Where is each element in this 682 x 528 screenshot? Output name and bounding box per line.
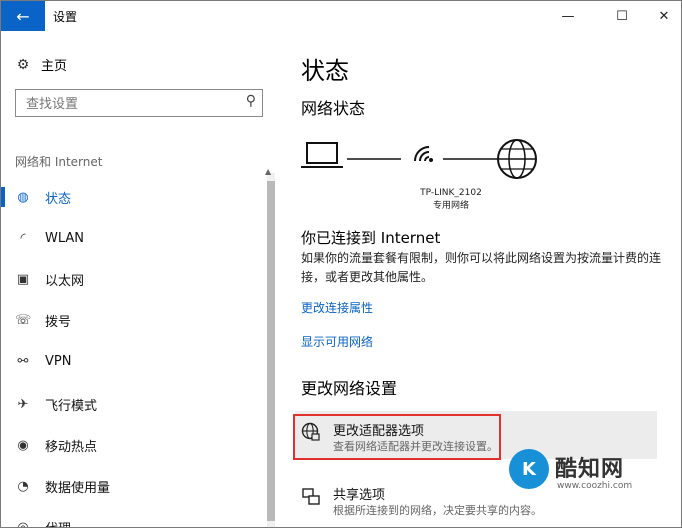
sidebar-item-label: 飞行模式 [45,398,98,414]
sidebar-item-label: 状态 [45,191,72,207]
change-settings-heading: 更改网络设置 [301,379,398,398]
page-title: 状态 [301,57,349,85]
sidebar-home[interactable]: ⚙ 主页 [15,55,68,75]
change-connection-properties-link[interactable]: 更改连接属性 [301,299,373,316]
maximize-button[interactable]: ☐ [599,1,645,31]
setting-description: 根据所连接到的网络，决定要共享的内容。 [333,504,542,517]
dialup-icon: ☏ [15,312,32,328]
active-indicator [1,187,5,207]
connected-description: 如果你的流量套餐有限制，则你可以将此网络设置为按流量计费的连接，或者更改其他属性… [301,251,662,284]
wifi-signal-icon [414,146,433,162]
sidebar-item-airplane-mode[interactable]: ✈ 飞行模式 [1,386,263,422]
highlight-box [293,414,501,460]
sidebar-item-label: VPN [45,353,72,369]
scroll-up-icon[interactable]: ▲ [265,167,271,176]
sidebar-item-label: 代理 [45,518,71,528]
data-usage-icon: ◔ [17,478,29,494]
setting-title: 共享选项 [333,488,386,503]
network-diagram-graphic [301,139,537,179]
status-icon: ◍ [17,189,29,205]
sidebar-item-data-usage[interactable]: ◔ 数据使用量 [1,468,263,504]
watermark-name: 酷知网 [555,457,625,482]
airplane-icon: ✈ [17,396,29,412]
network-status-heading: 网络状态 [301,99,366,118]
minimize-icon: — [561,8,575,24]
close-icon: ✕ [658,8,670,24]
vpn-icon: ⚯ [17,353,29,369]
network-diagram: TP-LINK_2102 专用网络 [299,137,559,237]
sidebar-item-wlan[interactable]: ◜ WLAN [1,220,263,256]
watermark-logo-icon: K [509,449,549,489]
sidebar-item-status[interactable]: ◍ 状态 [1,179,263,215]
connected-heading: 你已连接到 Internet [301,229,441,247]
minimize-button[interactable]: — [545,1,591,31]
back-button[interactable]: ← [1,1,45,31]
sidebar-item-label: 移动热点 [45,439,98,455]
sidebar-item-proxy[interactable]: ◎ 代理 [1,509,263,528]
search-box: ⚲ [15,89,263,117]
watermark-url: www.coozhi.com [557,481,633,491]
watermark: K 酷知网 www.coozhi.com [509,445,679,499]
sidebar-item-label: 拨号 [45,314,72,330]
title-bar: ← 设置 — ☐ ✕ [1,1,681,31]
sidebar: ⚙ 主页 ⚲ 网络和 Internet ◍ 状态 ◜ WLAN ▣ 以太网 ☏ … [1,31,281,527]
back-arrow-icon: ← [16,6,30,26]
show-available-networks-link[interactable]: 显示可用网络 [301,333,373,350]
scrollbar-thumb[interactable] [267,181,275,521]
home-label: 主页 [41,59,68,74]
gear-icon: ⚙ [16,56,30,73]
sidebar-item-label: WLAN [45,230,85,246]
settings-window: ← 设置 — ☐ ✕ ⚙ 主页 ⚲ 网络和 Internet ◍ 状态 ◜ [0,0,682,528]
search-icon[interactable]: ⚲ [246,93,256,109]
sidebar-item-label: 数据使用量 [45,480,111,496]
laptop-icon [301,142,343,168]
sidebar-item-dialup[interactable]: ☏ 拨号 [1,302,263,338]
proxy-icon: ◎ [17,519,29,528]
sidebar-item-vpn[interactable]: ⚯ VPN [1,343,263,379]
section-label: 网络和 Internet [15,155,103,169]
hotspot-icon: ◉ [17,437,29,453]
network-name: TP-LINK_2102 [420,188,482,198]
sidebar-item-ethernet[interactable]: ▣ 以太网 [1,261,263,297]
network-label: TP-LINK_2102 专用网络 [409,187,493,213]
network-type: 专用网络 [432,201,469,211]
sidebar-item-label: 以太网 [45,273,85,289]
maximize-icon: ☐ [616,8,628,24]
wifi-icon: ◜ [20,230,26,246]
sidebar-item-hotspot[interactable]: ◉ 移动热点 [1,427,263,463]
globe-icon [497,139,537,179]
sharing-icon [301,486,321,506]
search-input[interactable] [24,91,238,117]
ethernet-icon: ▣ [16,271,30,287]
window-title: 设置 [53,10,78,24]
close-button[interactable]: ✕ [641,1,681,31]
